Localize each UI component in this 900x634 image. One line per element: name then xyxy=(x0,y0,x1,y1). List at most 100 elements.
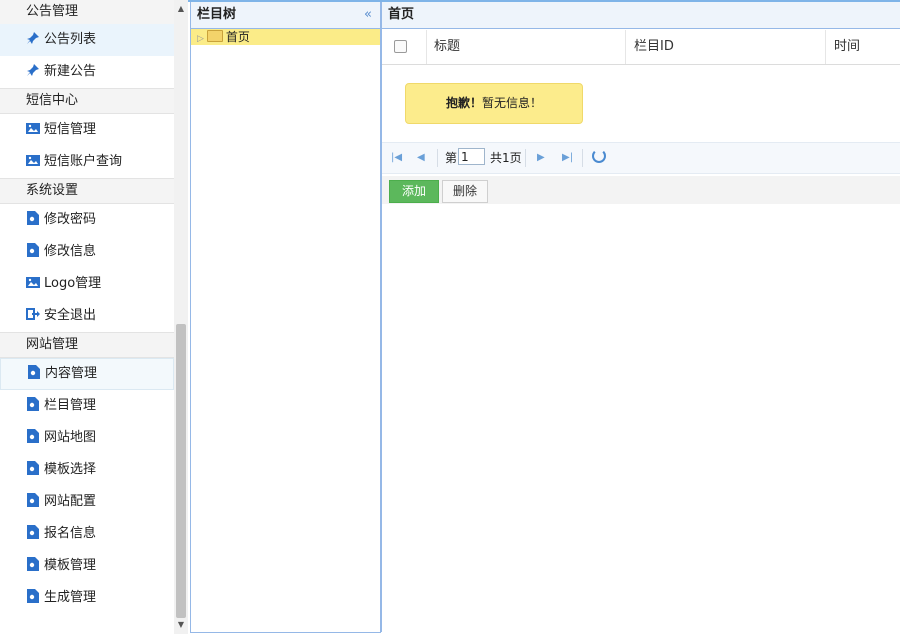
tree-panel-title: 栏目树 xyxy=(197,7,237,22)
sidebar: 公告管理 公告列表 新建公告 短信中心 短信管理 短信账户查询 系统设置 修改密… xyxy=(0,0,188,634)
sidebar-item-label: 内容管理 xyxy=(45,366,98,381)
file-icon xyxy=(27,557,39,571)
file-icon xyxy=(27,589,39,603)
sidebar-item-label: 报名信息 xyxy=(44,526,97,541)
sidebar-item-change-info[interactable]: 修改信息 xyxy=(0,236,174,268)
last-page-icon[interactable]: ▶| xyxy=(562,151,573,165)
action-toolbar: 添加 删除 xyxy=(382,176,900,204)
pagination-bar: |◀ ◀ 第 1 共1页 ▶ ▶| xyxy=(382,142,900,174)
first-page-icon[interactable]: |◀ xyxy=(391,151,402,165)
tree-node-home[interactable]: ▷ 首页 xyxy=(191,29,380,45)
sidebar-item-content-manage[interactable]: 内容管理 xyxy=(0,358,174,390)
scroll-down-icon[interactable]: ▼ xyxy=(174,618,188,632)
sidebar-item-label: 生成管理 xyxy=(44,590,97,605)
file-icon xyxy=(27,493,39,507)
picture-icon xyxy=(26,155,40,166)
file-icon xyxy=(27,211,39,225)
sidebar-item-label: 短信账户查询 xyxy=(44,154,123,169)
section-title: 网站管理 xyxy=(26,337,79,352)
sidebar-item-site-map[interactable]: 网站地图 xyxy=(0,422,174,454)
sidebar-section-sms[interactable]: 短信中心 xyxy=(0,88,174,114)
sidebar-item-logo-manage[interactable]: Logo管理 xyxy=(0,268,174,300)
file-icon xyxy=(27,461,39,475)
tree-node-label: 首页 xyxy=(225,30,250,44)
logout-icon xyxy=(26,308,40,320)
sidebar-item-label: 网站配置 xyxy=(44,494,97,509)
picture-icon xyxy=(26,277,40,288)
expand-arrow-icon[interactable]: ▷ xyxy=(197,34,204,44)
sidebar-item-column-manage[interactable]: 栏目管理 xyxy=(0,390,174,422)
select-all-column xyxy=(382,30,427,64)
next-page-icon[interactable]: ▶ xyxy=(537,151,545,165)
column-label: 栏目ID xyxy=(634,39,674,54)
sidebar-section-settings[interactable]: 系统设置 xyxy=(0,178,174,204)
file-icon xyxy=(28,365,40,379)
column-header-title[interactable]: 标题 xyxy=(426,30,626,64)
file-icon xyxy=(27,243,39,257)
sidebar-item-generate-manage[interactable]: 生成管理 xyxy=(0,582,174,614)
delete-button[interactable]: 删除 xyxy=(442,180,488,203)
add-button[interactable]: 添加 xyxy=(389,180,439,203)
collapse-icon[interactable]: « xyxy=(364,2,372,28)
content-panel-header: 首页 xyxy=(382,2,900,29)
pager-divider xyxy=(437,149,438,167)
column-label: 标题 xyxy=(434,39,461,54)
scrollbar-thumb[interactable] xyxy=(176,324,186,618)
sidebar-item-new-announcement[interactable]: 新建公告 xyxy=(0,56,174,88)
pager-divider xyxy=(582,149,583,167)
sidebar-item-label: 修改密码 xyxy=(44,212,97,227)
picture-icon xyxy=(26,123,40,134)
sidebar-item-registration[interactable]: 报名信息 xyxy=(0,518,174,550)
sidebar-item-label: Logo管理 xyxy=(44,276,102,291)
empty-message: 抱歉！暂无信息！ xyxy=(405,83,583,124)
pin-icon xyxy=(27,64,39,76)
page-number-input[interactable]: 1 xyxy=(458,148,485,165)
sidebar-item-label: 模板管理 xyxy=(44,558,97,573)
sidebar-item-template-select[interactable]: 模板选择 xyxy=(0,454,174,486)
sidebar-item-sms-account[interactable]: 短信账户查询 xyxy=(0,146,174,178)
sidebar-item-sms-manage[interactable]: 短信管理 xyxy=(0,114,174,146)
column-tree-panel: 栏目树 « ▷ 首页 xyxy=(190,2,381,633)
file-icon xyxy=(27,429,39,443)
content-panel-title: 首页 xyxy=(388,7,415,22)
sidebar-item-change-password[interactable]: 修改密码 xyxy=(0,204,174,236)
file-icon xyxy=(27,525,39,539)
content-panel: 首页 标题 栏目ID 时间 抱歉！暂无信息！ |◀ ◀ 第 1 共1页 ▶ ▶|… xyxy=(381,2,900,632)
sidebar-item-site-config[interactable]: 网站配置 xyxy=(0,486,174,518)
sidebar-item-label: 安全退出 xyxy=(44,308,97,323)
refresh-icon[interactable] xyxy=(592,149,606,163)
tree-panel-header: 栏目树 « xyxy=(191,2,380,29)
sidebar-section-announcements[interactable]: 公告管理 xyxy=(0,0,174,25)
empty-message-text: 暂无信息！ xyxy=(482,96,543,110)
sidebar-item-logout[interactable]: 安全退出 xyxy=(0,300,174,332)
page-prefix: 第 xyxy=(445,151,458,165)
sidebar-item-label: 栏目管理 xyxy=(44,398,97,413)
prev-page-icon[interactable]: ◀ xyxy=(417,151,425,165)
sidebar-item-label: 模板选择 xyxy=(44,462,97,477)
sidebar-item-label: 新建公告 xyxy=(44,64,97,79)
section-title: 公告管理 xyxy=(26,4,79,19)
select-all-checkbox[interactable] xyxy=(394,40,407,53)
sidebar-menu: 公告管理 公告列表 新建公告 短信中心 短信管理 短信账户查询 系统设置 修改密… xyxy=(0,0,174,614)
sidebar-item-label: 短信管理 xyxy=(44,122,97,137)
column-label: 时间 xyxy=(834,39,861,54)
section-title: 短信中心 xyxy=(26,93,79,108)
scroll-up-icon[interactable]: ▲ xyxy=(174,2,188,16)
empty-message-bold: 抱歉！ xyxy=(445,96,482,110)
sidebar-item-template-manage[interactable]: 模板管理 xyxy=(0,550,174,582)
sidebar-item-label: 修改信息 xyxy=(44,244,97,259)
sidebar-item-announcement-list[interactable]: 公告列表 xyxy=(0,24,174,56)
total-pages: 共1页 xyxy=(490,151,522,165)
sidebar-item-label: 公告列表 xyxy=(44,32,97,47)
sidebar-scrollbar[interactable]: ▲ ▼ xyxy=(174,0,188,634)
section-title: 系统设置 xyxy=(26,183,79,198)
folder-icon xyxy=(206,30,223,42)
sidebar-section-website[interactable]: 网站管理 xyxy=(0,332,174,358)
pin-icon xyxy=(27,32,39,44)
column-header-column-id[interactable]: 栏目ID xyxy=(626,30,826,64)
grid-header: 标题 栏目ID 时间 xyxy=(382,30,900,65)
file-icon xyxy=(27,397,39,411)
sidebar-item-label: 网站地图 xyxy=(44,430,97,445)
pager-divider xyxy=(525,149,526,167)
column-header-time[interactable]: 时间 xyxy=(826,30,900,64)
